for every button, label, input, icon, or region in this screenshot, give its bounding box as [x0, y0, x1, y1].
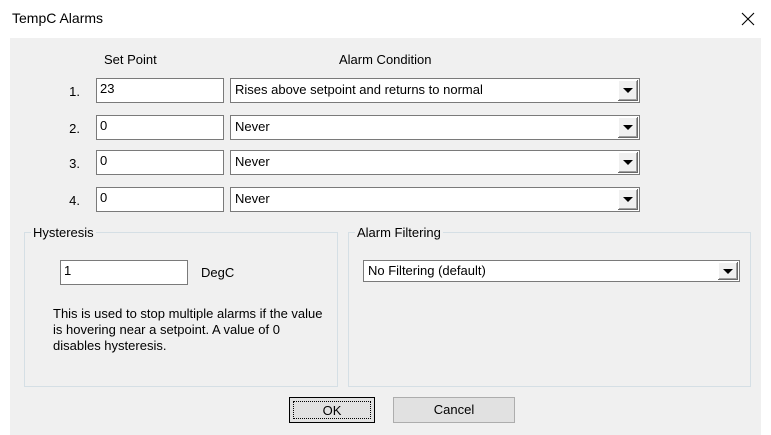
- title-bar: TempC Alarms: [0, 0, 771, 38]
- alarm-2-condition-dropdown-button[interactable]: [617, 117, 638, 138]
- alarm-3-condition-select[interactable]: Never: [230, 150, 640, 175]
- hysteresis-help-text: This is used to stop multiple alarms if …: [53, 306, 323, 353]
- alarm-1-condition-select[interactable]: Rises above setpoint and returns to norm…: [230, 78, 640, 103]
- alarm-3-condition-value: Never: [235, 154, 270, 169]
- alarm-4-condition-value: Never: [235, 191, 270, 206]
- close-button[interactable]: [725, 0, 771, 38]
- alarm-filtering-group: Alarm Filtering No Filtering (default): [348, 225, 751, 387]
- window-title: TempC Alarms: [12, 10, 104, 26]
- alarm-1-condition-dropdown-button[interactable]: [617, 80, 638, 101]
- cancel-button[interactable]: Cancel: [393, 397, 515, 423]
- alarm-4-setpoint-input[interactable]: 0: [96, 187, 224, 212]
- ok-button[interactable]: OK: [289, 397, 375, 423]
- alarm-3-setpoint-input[interactable]: 0: [96, 150, 224, 175]
- alarm-4-condition-select[interactable]: Never: [230, 187, 640, 212]
- alarm-1-setpoint-input[interactable]: 23: [96, 78, 224, 103]
- alarm-row-1-number: 1.: [69, 84, 80, 99]
- hysteresis-group: Hysteresis 1 DegC This is used to stop m…: [24, 225, 338, 387]
- chevron-down-icon: [623, 197, 633, 202]
- alarm-2-condition-value: Never: [235, 119, 270, 134]
- alarm-filtering-select[interactable]: No Filtering (default): [363, 260, 740, 282]
- alarm-filtering-value: No Filtering (default): [368, 263, 486, 278]
- hysteresis-group-label: Hysteresis: [31, 225, 96, 240]
- alarm-2-condition-select[interactable]: Never: [230, 115, 640, 140]
- alarm-row-4-number: 4.: [69, 193, 80, 208]
- alarm-filtering-group-label: Alarm Filtering: [355, 225, 443, 240]
- chevron-down-icon: [723, 268, 733, 274]
- close-icon: [741, 12, 755, 26]
- alarm-3-condition-dropdown-button[interactable]: [617, 152, 638, 173]
- set-point-header: Set Point: [104, 52, 157, 67]
- hysteresis-unit: DegC: [201, 265, 235, 280]
- hysteresis-input[interactable]: 1: [60, 260, 188, 285]
- alarm-4-condition-dropdown-button[interactable]: [617, 189, 638, 210]
- alarm-1-condition-value: Rises above setpoint and returns to norm…: [235, 82, 483, 97]
- alarm-row-3-number: 3.: [69, 156, 80, 171]
- alarm-2-setpoint-input[interactable]: 0: [96, 115, 224, 140]
- alarm-condition-header: Alarm Condition: [339, 52, 432, 67]
- chevron-down-icon: [623, 88, 633, 93]
- alarm-filtering-dropdown-button[interactable]: [717, 262, 738, 280]
- dialog-body: Set Point Alarm Condition 1. 23 Rises ab…: [10, 38, 761, 435]
- alarm-row-2-number: 2.: [69, 121, 80, 136]
- chevron-down-icon: [623, 160, 633, 165]
- chevron-down-icon: [623, 125, 633, 130]
- ok-button-label: OK: [293, 401, 371, 419]
